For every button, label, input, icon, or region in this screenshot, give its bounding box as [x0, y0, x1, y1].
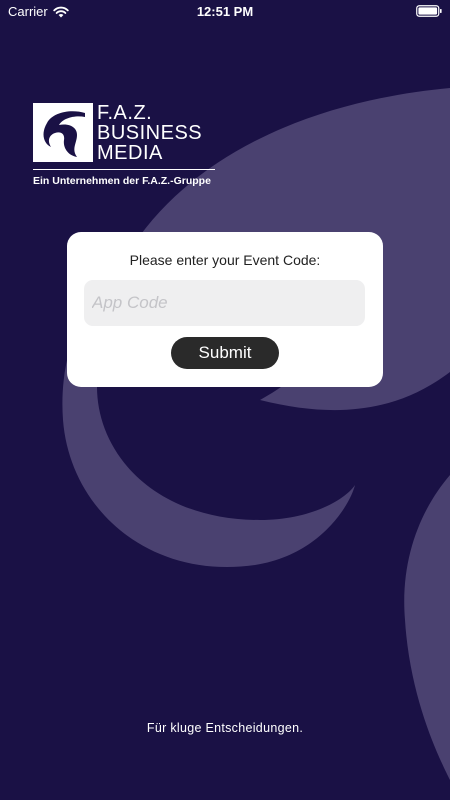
submit-button[interactable]: Submit — [171, 337, 279, 369]
logo-line-faz: F.A.Z. — [97, 102, 153, 124]
faz-swirl-icon — [33, 103, 93, 162]
app-code-input[interactable] — [84, 280, 365, 326]
logo-line-business: BUSINESS — [97, 122, 203, 144]
faz-business-media-logo: F.A.Z. BUSINESS MEDIA Ein Unternehmen de… — [33, 103, 218, 189]
app-screen: Carrier 12:51 PM F.A.Z. BUSINESS MEDIA E… — [0, 0, 450, 800]
footer-slogan: Für kluge Entscheidungen. — [146, 721, 304, 735]
event-code-prompt: Please enter your Event Code: — [129, 252, 321, 268]
logo-line-media: MEDIA — [97, 142, 163, 164]
status-bar: Carrier 12:51 PM — [0, 0, 450, 24]
logo-tagline: Ein Unternehmen der F.A.Z.-Gruppe — [33, 175, 211, 187]
clock: 12:51 PM — [196, 4, 254, 19]
event-code-card: Please enter your Event Code: Submit — [67, 232, 383, 387]
logo-wordmark: F.A.Z. BUSINESS MEDIA — [97, 103, 202, 163]
battery-icon — [416, 5, 442, 17]
logo-divider — [33, 169, 215, 170]
